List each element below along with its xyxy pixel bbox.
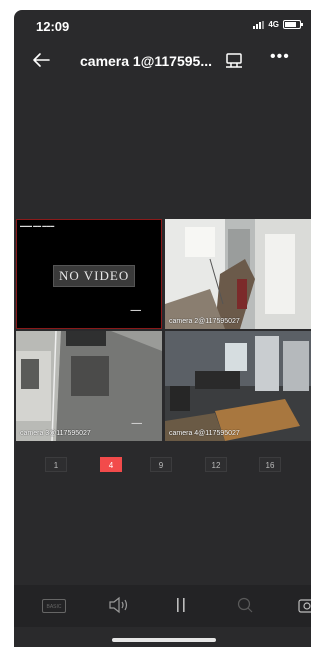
more-options-icon[interactable]: ••• bbox=[270, 48, 290, 66]
camera-tile-1[interactable]: ▬▬▬ ▬▬ ▬▬▬ NO VIDEO ▬▬▬ bbox=[16, 219, 162, 329]
home-indicator[interactable] bbox=[112, 638, 216, 642]
camera-snapshot-icon[interactable] bbox=[298, 596, 311, 614]
osd-timestamp: ▬▬▬ ▬▬ ▬▬▬ bbox=[20, 223, 55, 228]
camera-tile-4[interactable]: camera 4@117595027 bbox=[165, 331, 311, 441]
page-title: camera 1@117595... bbox=[80, 53, 212, 69]
screen-mirror-icon[interactable] bbox=[224, 52, 244, 70]
osd-channel: ▬▬▬ bbox=[130, 308, 142, 312]
split-option-16[interactable]: 16 bbox=[259, 457, 281, 472]
camera-label: camera 4@117595027 bbox=[169, 430, 240, 437]
battery-icon bbox=[283, 20, 303, 29]
split-option-4[interactable]: 4 bbox=[100, 457, 122, 472]
camera-label: camera 3@117595027 bbox=[20, 430, 91, 437]
camera-4-feed bbox=[165, 331, 311, 441]
signal-icon bbox=[253, 20, 265, 29]
zoom-icon[interactable] bbox=[236, 596, 254, 614]
camera-tile-2[interactable]: camera 2@117595027 bbox=[165, 219, 311, 329]
camera-tile-3[interactable]: camera 3@117595027 ▬▬▬ bbox=[16, 331, 162, 441]
split-option-1[interactable]: 1 bbox=[45, 457, 67, 472]
osd-channel: ▬▬▬ bbox=[131, 421, 143, 425]
network-label: 4G bbox=[268, 20, 279, 29]
speaker-icon[interactable] bbox=[108, 596, 130, 614]
camera-grid: ▬▬▬ ▬▬ ▬▬▬ NO VIDEO ▬▬▬ camera 2@1175950… bbox=[16, 219, 311, 441]
split-option-12[interactable]: 12 bbox=[205, 457, 227, 472]
pause-icon[interactable] bbox=[174, 596, 188, 614]
camera-label: camera 2@117595027 bbox=[169, 318, 240, 325]
camera-2-feed bbox=[165, 219, 311, 329]
back-arrow-icon[interactable] bbox=[30, 49, 52, 71]
playback-toolbar: BASIC bbox=[14, 585, 311, 627]
status-indicators: 4G bbox=[253, 20, 303, 29]
split-selector: 1 4 9 12 16 bbox=[14, 457, 311, 473]
app-screen: 12:09 4G camera 1@117595... ••• ▬▬▬ ▬▬ ▬… bbox=[14, 10, 311, 647]
basic-quality-button[interactable]: BASIC bbox=[42, 599, 66, 613]
status-time: 12:09 bbox=[36, 19, 70, 34]
no-video-label: NO VIDEO bbox=[53, 265, 136, 287]
status-bar: 12:09 4G bbox=[14, 10, 311, 40]
split-option-9[interactable]: 9 bbox=[150, 457, 172, 472]
nav-bar: camera 1@117595... ••• bbox=[14, 46, 311, 76]
